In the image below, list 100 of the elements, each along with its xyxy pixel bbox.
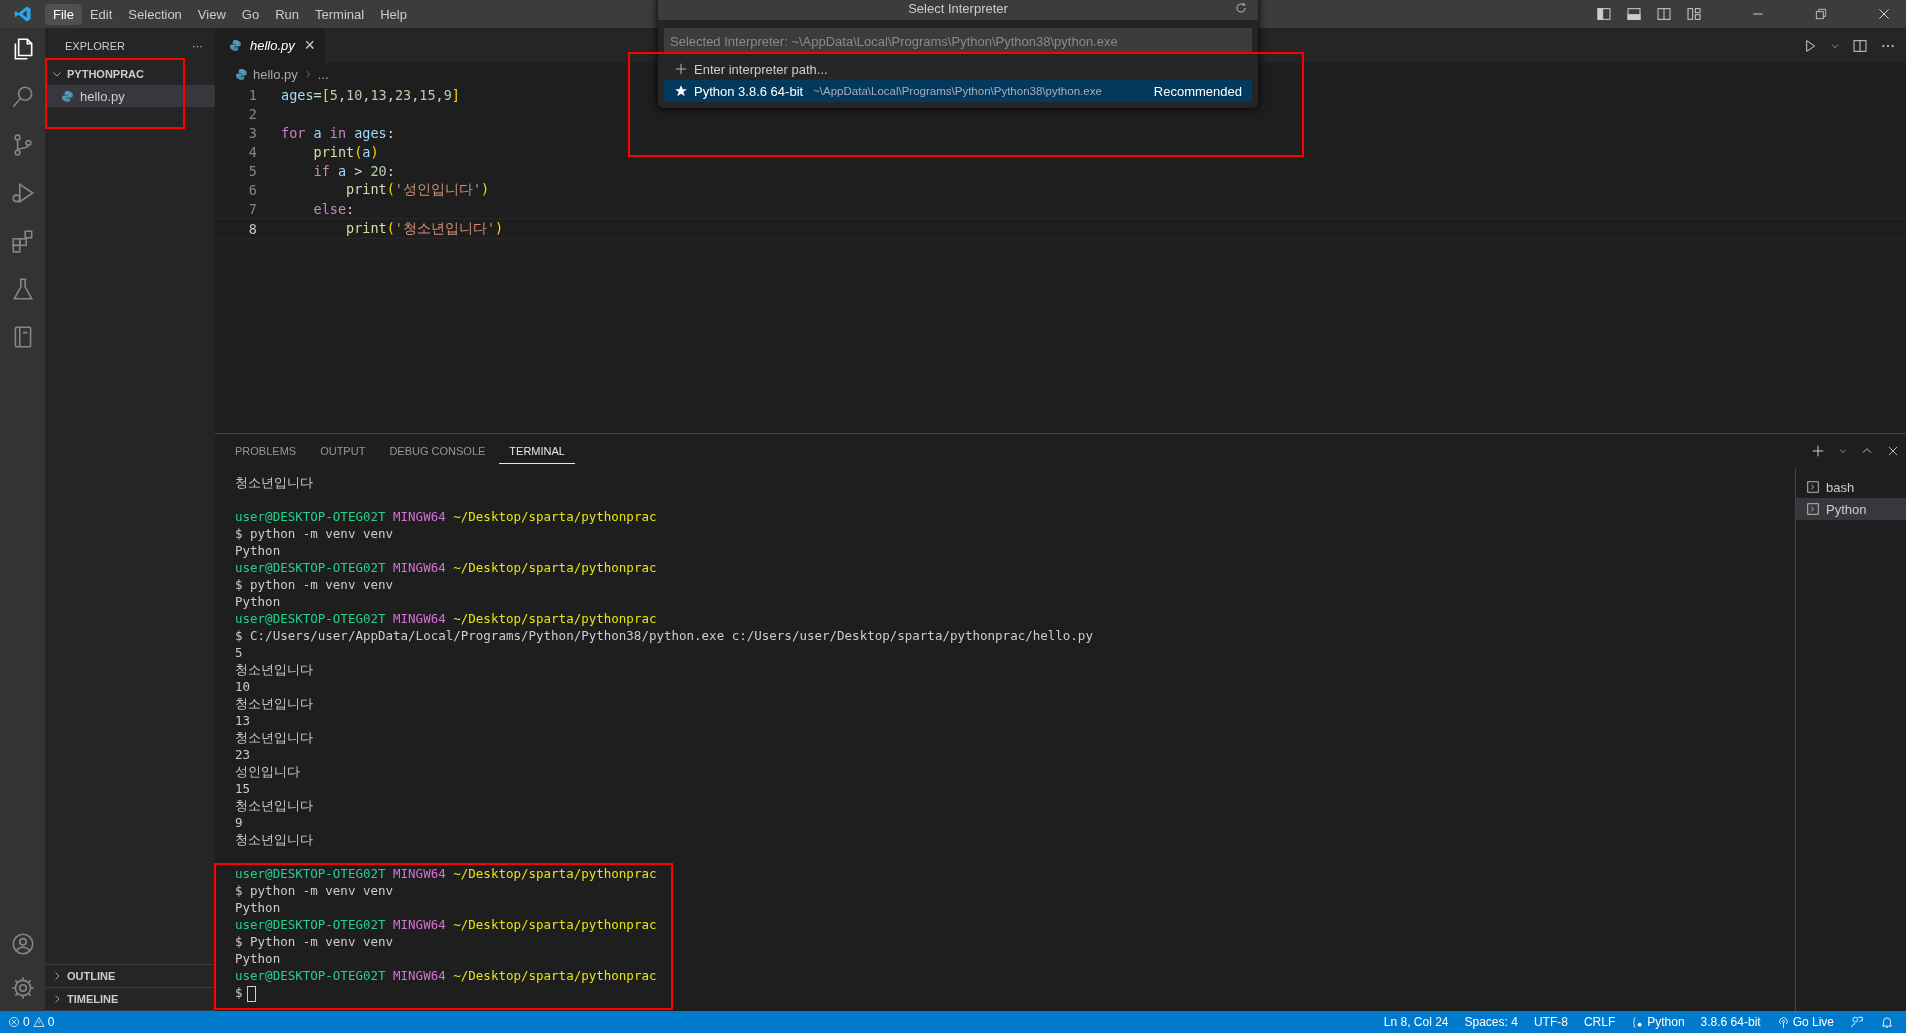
toggle-secondary-sidebar-icon[interactable] <box>1656 6 1672 22</box>
star-icon <box>674 84 688 98</box>
status-item[interactable]: Spaces: 4 <box>1456 1015 1526 1029</box>
terminal-line: 23 <box>235 747 251 762</box>
line-number: 6 <box>247 181 258 198</box>
code-line: if a > 20: <box>312 162 395 179</box>
language-status[interactable]: Python <box>1623 1015 1693 1029</box>
quick-pick-item[interactable]: Enter interpreter path... <box>664 58 1252 80</box>
account-icon[interactable] <box>9 931 36 957</box>
menu-item[interactable]: Terminal <box>307 3 373 25</box>
menu-item[interactable]: Edit <box>81 3 121 25</box>
interpreter-input[interactable]: Selected Interpreter: ~\AppData\Local\Programs\Python\Python38\python.exe <box>664 28 1252 54</box>
line-number: 4 <box>247 143 258 160</box>
terminal-line: 13 <box>235 713 251 728</box>
prompt-shell: MINGW64 <box>393 560 446 575</box>
prompt-path: ~/Desktop/sparta/pythonprac <box>453 560 657 575</box>
terminal-line: $ python -m venv venv <box>235 526 394 541</box>
line-number: 3 <box>247 124 258 141</box>
section-header[interactable]: TIMELINE <box>67 993 119 1005</box>
prompt-user: user@DESKTOP-OTEG02T <box>235 968 386 983</box>
problems-status[interactable]: 0 0 <box>0 1015 63 1029</box>
prompt-user: user@DESKTOP-OTEG02T <box>235 866 386 881</box>
line-number: 5 <box>247 162 258 179</box>
status-item[interactable]: 3.8.6 64-bit <box>1692 1015 1769 1029</box>
braces-icon <box>1631 1015 1645 1029</box>
feedback-icon[interactable] <box>1850 1015 1864 1029</box>
more-actions-button[interactable]: ··· <box>192 39 203 52</box>
add-icon[interactable] <box>1810 443 1826 459</box>
terminal-item[interactable]: bash <box>1796 476 1906 498</box>
settings-icon[interactable] <box>9 975 36 1001</box>
status-item[interactable]: CRLF <box>1575 1015 1624 1029</box>
error-icon <box>8 1016 20 1028</box>
terminal-line: 10 <box>235 679 251 694</box>
status-item[interactable]: Ln 8, Col 24 <box>1375 1015 1457 1029</box>
quick-pick-item[interactable]: Python 3.8.6 64-bit ~\AppData\Local\Programs\Python\Python38\python.exe Recommended <box>664 80 1252 102</box>
terminal-line: $ python -m venv venv <box>235 577 394 592</box>
run-debug-icon[interactable] <box>9 180 36 206</box>
toggle-panel-icon[interactable] <box>1626 6 1642 22</box>
menu-item[interactable]: File <box>45 3 82 25</box>
panel-tab[interactable]: OUTPUT <box>310 438 376 464</box>
panel-tab[interactable]: TERMINAL <box>499 438 575 464</box>
terminal-line: 청소년입니다 <box>235 798 313 813</box>
menu-item[interactable]: View <box>189 3 234 25</box>
folder-name[interactable]: PYTHONPRAC <box>67 68 144 80</box>
terminal-item[interactable]: Python <box>1796 498 1906 520</box>
close-icon[interactable] <box>1886 444 1900 458</box>
chevron-down-icon[interactable] <box>1838 446 1848 456</box>
python-file-icon <box>61 89 74 103</box>
breadcrumb-item[interactable]: hello.py <box>253 66 298 82</box>
split-editor-icon[interactable] <box>1852 37 1868 54</box>
terminal-line: $ python -m venv venv <box>235 883 394 898</box>
explorer-entry[interactable]: hello.py <box>45 85 215 107</box>
terminal-line: Python <box>235 900 281 915</box>
terminal-icon <box>1806 480 1820 494</box>
section-header[interactable]: OUTLINE <box>67 970 116 982</box>
code-line: print(a) <box>312 143 379 160</box>
menu-item[interactable]: Selection <box>120 3 190 25</box>
menu-item[interactable]: Run <box>267 3 307 25</box>
terminal-line: $ C:/Users/user/AppData/Local/Programs/Python/Python38/python.exe c:/Users/user/Desktop/sparta/pythonprac/hello.py <box>235 628 1093 643</box>
close-icon[interactable] <box>1876 6 1892 22</box>
terminal-line: Python <box>235 543 281 558</box>
menu-item[interactable]: Go <box>233 3 268 25</box>
prompt-shell: MINGW64 <box>393 917 446 932</box>
status-item[interactable]: UTF-8 <box>1525 1015 1576 1029</box>
python-file-icon <box>235 67 248 81</box>
code-line: print('청소년입니다') <box>345 219 504 238</box>
editor-tab[interactable]: hello.py × <box>215 28 325 63</box>
panel-tab[interactable]: DEBUG CONSOLE <box>379 438 496 464</box>
line-number: 8 <box>247 220 258 237</box>
prompt-user: user@DESKTOP-OTEG02T <box>235 917 386 932</box>
bell-icon[interactable] <box>1880 1015 1894 1029</box>
terminal-icon <box>1806 502 1820 516</box>
prompt-user: user@DESKTOP-OTEG02T <box>235 560 386 575</box>
toggle-sidebar-icon[interactable] <box>1596 6 1612 22</box>
warning-icon <box>32 1016 45 1028</box>
add-icon <box>674 62 688 76</box>
prompt-path: ~/Desktop/sparta/pythonprac <box>453 866 657 881</box>
tab-close-button[interactable]: × <box>304 35 315 56</box>
menu-item[interactable]: Help <box>372 3 415 25</box>
refresh-icon[interactable] <box>1234 1 1248 15</box>
restore-icon[interactable] <box>1814 7 1828 21</box>
prompt-shell: MINGW64 <box>393 968 446 983</box>
terminal-line: 9 <box>235 815 243 830</box>
terminal-line: $ Python -m venv venv <box>235 934 394 949</box>
terminal-line: 청소년입니다 <box>235 662 313 677</box>
breadcrumb-item[interactable]: ... <box>317 66 329 82</box>
terminal-line: 5 <box>235 645 243 660</box>
go-live-button[interactable]: Go Live <box>1768 1015 1842 1029</box>
code-line: for a in ages: <box>281 124 395 141</box>
code-line: else: <box>312 200 355 217</box>
terminal-line: 청소년입니다 <box>235 696 313 711</box>
prompt-path: ~/Desktop/sparta/pythonprac <box>453 917 657 932</box>
prompt-shell: MINGW64 <box>393 866 446 881</box>
terminal-line: Python <box>235 951 281 966</box>
terminal-line: Python <box>235 594 281 609</box>
layout-icon[interactable] <box>1686 6 1702 22</box>
terminal-line: 성인입니다 <box>235 764 300 779</box>
panel-tab[interactable]: PROBLEMS <box>225 438 307 464</box>
prompt-user: user@DESKTOP-OTEG02T <box>235 509 386 524</box>
prompt-shell: MINGW64 <box>393 509 446 524</box>
